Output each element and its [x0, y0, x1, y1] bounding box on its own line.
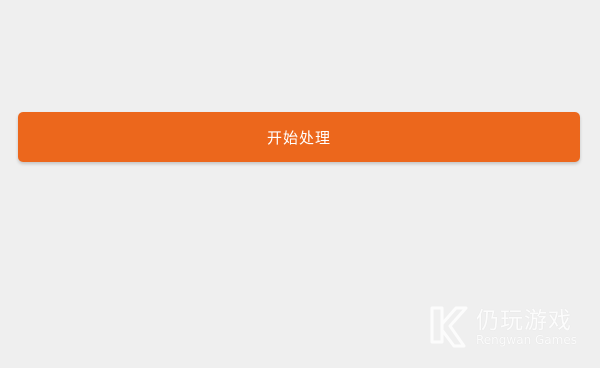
watermark-subtitle: Rengwan Games [476, 333, 577, 347]
watermark-title: 仍玩游戏 [476, 308, 572, 334]
watermark: 仍玩游戏 Rengwan Games [426, 298, 592, 358]
start-processing-button[interactable]: 开始处理 [18, 112, 580, 162]
rengwan-logo-icon [430, 306, 468, 348]
